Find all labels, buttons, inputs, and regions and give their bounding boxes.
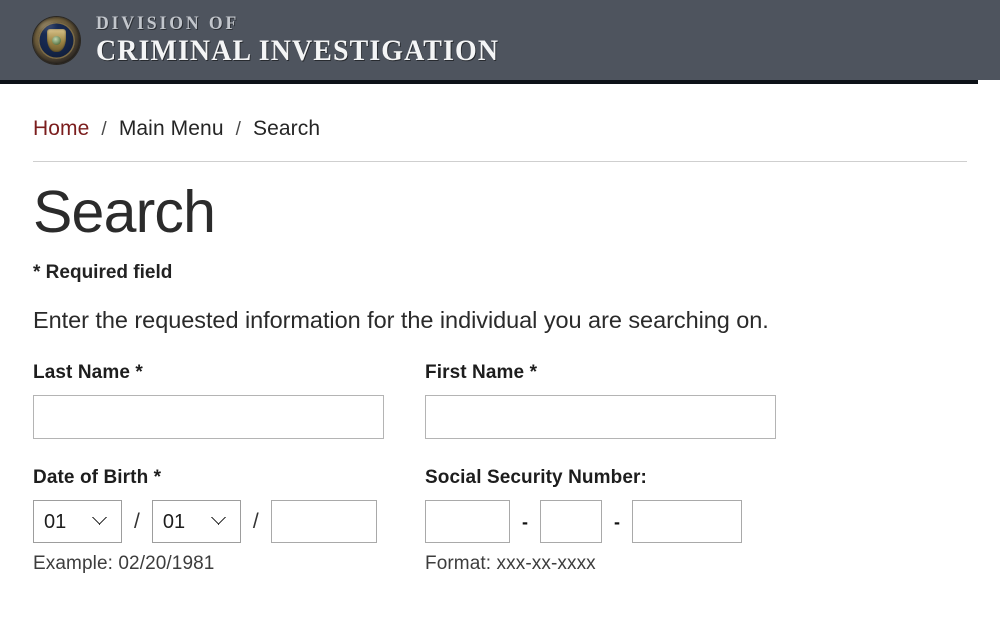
breadcrumb-divider — [33, 161, 967, 162]
breadcrumb-item-main-menu[interactable]: Main Menu — [119, 117, 224, 141]
dob-year-input[interactable] — [270, 500, 377, 544]
breadcrumb-separator-1: / — [101, 119, 107, 140]
last-name-label: Last Name * — [33, 362, 143, 384]
ssn-label: Social Security Number: — [425, 467, 647, 489]
header-inner: DIVISION OF CRIMINAL INVESTIGATION — [0, 0, 1000, 80]
logo-line-criminal-investigation: CRIMINAL INVESTIGATION — [96, 34, 500, 67]
form-row-names: Last Name * First Name * — [33, 362, 967, 440]
breadcrumb: Home / Main Menu / Search — [33, 80, 967, 141]
dob-day-select[interactable]: 01 — [151, 500, 241, 544]
seal-highlight — [39, 20, 55, 31]
dob-separator-1: / — [134, 510, 140, 534]
dob-separator-2: / — [252, 510, 259, 534]
breadcrumb-separator-2: / — [235, 119, 241, 140]
site-header: DIVISION OF CRIMINAL INVESTIGATION — [0, 0, 1000, 84]
field-group-ssn: Social Security Number: - - Format: xxx-… — [425, 467, 967, 575]
ssn-separator-2: - — [614, 511, 620, 532]
breadcrumb-item-search: Search — [253, 117, 321, 140]
instructions-text: Enter the requested information for the … — [33, 307, 769, 334]
field-group-first-name: First Name * — [425, 362, 967, 440]
main-content: Home / Main Menu / Search Search * Requi… — [0, 80, 1000, 575]
last-name-input[interactable] — [33, 395, 384, 440]
seal-shield-icon — [47, 28, 66, 52]
date-of-birth-label: Date of Birth * — [33, 467, 162, 489]
required-field-note: * Required field — [33, 262, 173, 284]
agency-seal-icon — [33, 16, 80, 64]
form-row-dob-ssn: Date of Birth * 01 / 01 / Example: 02/20… — [33, 467, 967, 575]
site-logo-text: DIVISION OF CRIMINAL INVESTIGATION — [96, 14, 499, 66]
ssn-part3-input[interactable] — [632, 500, 742, 544]
date-of-birth-controls: 01 / 01 / — [33, 500, 425, 544]
breadcrumb-link-home[interactable]: Home — [33, 117, 89, 141]
header-underline — [0, 80, 978, 84]
logo-line-division-of: DIVISION OF — [96, 13, 240, 34]
field-group-last-name: Last Name * — [33, 362, 425, 440]
field-group-date-of-birth: Date of Birth * 01 / 01 / Example: 02/20… — [33, 467, 425, 575]
date-of-birth-hint: Example: 02/20/1981 — [33, 553, 215, 575]
first-name-label: First Name * — [425, 362, 538, 384]
ssn-separator-1: - — [522, 511, 528, 532]
page-title: Search — [33, 179, 216, 245]
ssn-part1-input[interactable] — [425, 500, 510, 544]
ssn-part2-input[interactable] — [540, 500, 602, 544]
ssn-controls: - - — [425, 500, 967, 544]
first-name-input[interactable] — [425, 395, 776, 440]
ssn-hint: Format: xxx-xx-xxxx — [425, 553, 596, 575]
dob-month-select[interactable]: 01 — [33, 500, 122, 544]
